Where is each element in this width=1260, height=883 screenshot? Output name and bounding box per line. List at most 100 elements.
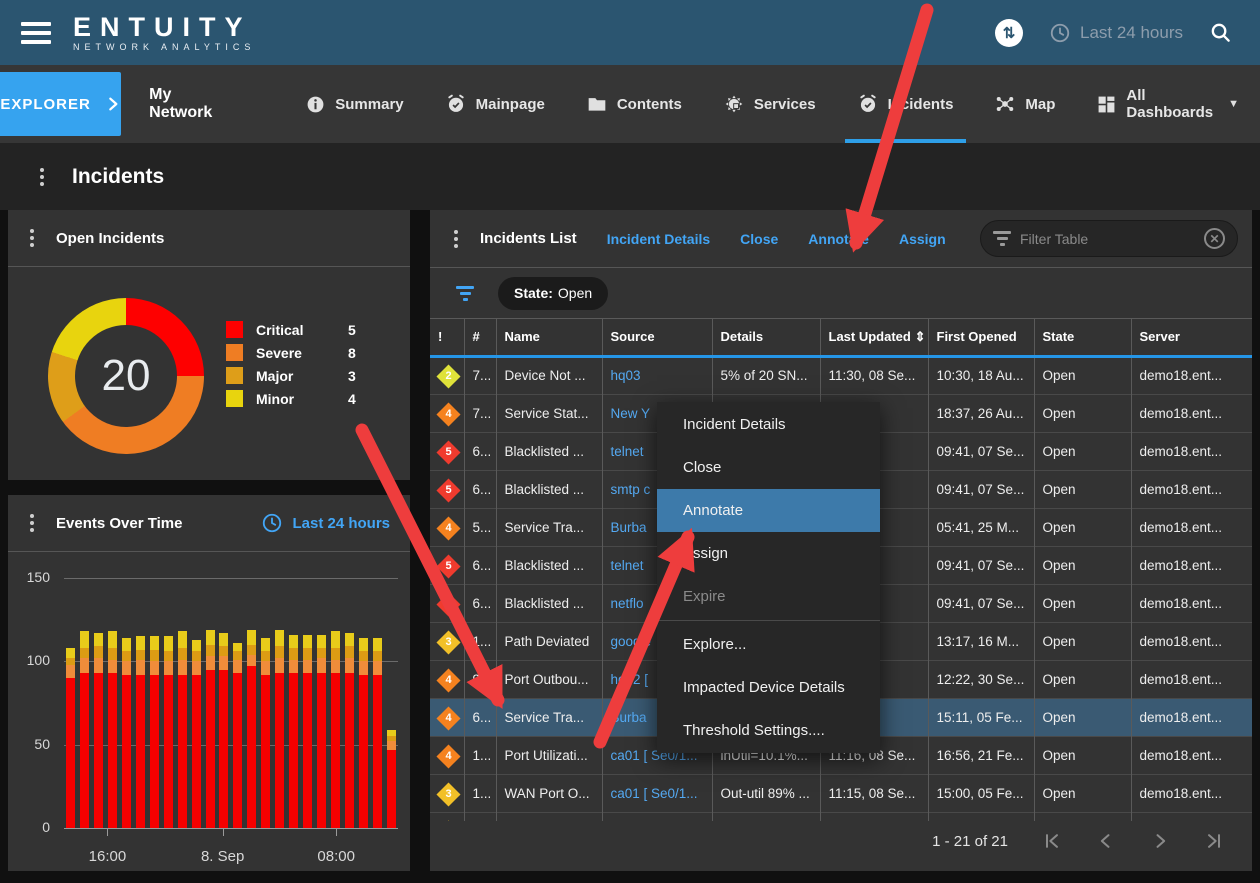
tab-mainpage[interactable]: Mainpage xyxy=(425,65,566,143)
menu-item-annotate[interactable]: Annotate xyxy=(657,489,880,532)
tab-contents[interactable]: Contents xyxy=(566,65,703,143)
stacked-bar[interactable] xyxy=(122,638,131,828)
bar-segment-severe xyxy=(219,656,228,669)
first-page-icon[interactable] xyxy=(1042,831,1062,851)
open-incidents-donut-chart[interactable]: 20 xyxy=(48,298,204,454)
filters-icon[interactable] xyxy=(456,286,474,301)
stacked-bar[interactable] xyxy=(387,730,396,828)
table-row[interactable]: 3 xyxy=(430,812,1252,821)
last-page-icon[interactable] xyxy=(1204,831,1224,851)
severity-cell: 5 xyxy=(430,432,464,470)
stacked-bar[interactable] xyxy=(108,631,117,828)
stacked-bar[interactable] xyxy=(275,630,284,828)
time-range-selector[interactable]: Last 24 hours xyxy=(1049,22,1183,44)
bar-segment-critical xyxy=(192,675,201,828)
explorer-button[interactable]: EXPLORER xyxy=(0,72,121,136)
clear-filter-icon[interactable]: ✕ xyxy=(1204,228,1225,249)
state-cell: Open xyxy=(1034,470,1131,508)
prev-page-icon[interactable] xyxy=(1096,831,1116,851)
stacked-bar[interactable] xyxy=(317,635,326,828)
stacked-bar[interactable] xyxy=(359,638,368,828)
tab-label: Mainpage xyxy=(476,96,545,113)
menu-item-impacted-device-details[interactable]: Impacted Device Details xyxy=(657,666,880,709)
stacked-bar[interactable] xyxy=(289,635,298,828)
legend-label: Critical xyxy=(256,322,348,338)
stacked-bar[interactable] xyxy=(192,640,201,828)
source-cell[interactable]: ca01 [ Se0/1... xyxy=(602,774,712,812)
stacked-bar[interactable] xyxy=(178,631,187,828)
column-header-details[interactable]: Details xyxy=(712,319,820,356)
legend-item-severe[interactable]: Severe8 xyxy=(226,341,356,364)
stacked-bar[interactable] xyxy=(233,643,242,828)
stacked-bar[interactable] xyxy=(373,638,382,828)
tab-services[interactable]: Services xyxy=(703,65,837,143)
search-icon[interactable] xyxy=(1209,21,1232,44)
next-page-icon[interactable] xyxy=(1150,831,1170,851)
stacked-bar[interactable] xyxy=(136,636,145,828)
legend-item-major[interactable]: Major3 xyxy=(226,364,356,387)
stacked-bar[interactable] xyxy=(94,633,103,828)
column-header-first-opened[interactable]: First Opened xyxy=(928,319,1034,356)
tab-label: All Dashboards xyxy=(1126,87,1214,121)
column-header-state[interactable]: State xyxy=(1034,319,1131,356)
stacked-bar[interactable] xyxy=(303,635,312,828)
source-cell[interactable] xyxy=(602,812,712,821)
stacked-bar[interactable] xyxy=(164,636,173,828)
bar-segment-minor xyxy=(150,636,159,649)
stacked-bar[interactable] xyxy=(345,633,354,828)
legend-item-critical[interactable]: Critical5 xyxy=(226,318,356,341)
severity-cell: 4 xyxy=(430,736,464,774)
events-bar-chart[interactable]: 15010050016:008. Sep08:00 xyxy=(64,578,398,828)
column-header-name[interactable]: Name xyxy=(496,319,602,356)
column-header-source[interactable]: Source xyxy=(602,319,712,356)
table-header-row[interactable]: !#NameSourceDetailsLast Updated⇕First Op… xyxy=(430,319,1252,356)
stacked-bar[interactable] xyxy=(219,633,228,828)
column-header-severity[interactable]: ! xyxy=(430,319,464,356)
stacked-bar[interactable] xyxy=(66,648,75,828)
source-cell[interactable]: hq03 xyxy=(602,356,712,394)
stacked-bar[interactable] xyxy=(261,638,270,828)
stacked-bar[interactable] xyxy=(206,630,215,828)
close-button[interactable]: Close xyxy=(740,231,778,247)
stacked-bar[interactable] xyxy=(150,636,159,828)
assign-button[interactable]: Assign xyxy=(899,231,946,247)
state-filter-chip[interactable]: State: Open xyxy=(498,277,608,310)
column-header-last-updated[interactable]: Last Updated⇕ xyxy=(820,319,928,356)
num-cell: 1... xyxy=(464,622,496,660)
first-opened-cell: 13:17, 16 M... xyxy=(928,622,1034,660)
table-row[interactable]: 27...Device Not ...hq035% of 20 SN...11:… xyxy=(430,356,1252,394)
name-cell: Device Not ... xyxy=(496,356,602,394)
menu-item-explore[interactable]: Explore... xyxy=(657,623,880,666)
tab-incidents[interactable]: Incidents xyxy=(837,65,975,143)
bars-group xyxy=(66,578,396,828)
events-time-range[interactable]: Last 24 hours xyxy=(261,512,390,534)
tab-summary[interactable]: Summary xyxy=(284,65,424,143)
column-header-server[interactable]: Server xyxy=(1131,319,1252,356)
stacked-bar[interactable] xyxy=(247,630,256,828)
column-header-number[interactable]: # xyxy=(464,319,496,356)
open-incidents-kebab-menu-icon[interactable] xyxy=(30,229,34,247)
swap-arrows-icon[interactable]: ⇅ xyxy=(995,19,1023,47)
hamburger-menu-icon[interactable] xyxy=(21,22,51,44)
stacked-bar[interactable] xyxy=(80,631,89,828)
table-row[interactable]: 31...WAN Port O...ca01 [ Se0/1...Out-uti… xyxy=(430,774,1252,812)
menu-item-expire: Expire xyxy=(657,575,880,618)
incidents-list-kebab-menu-icon[interactable] xyxy=(454,230,458,248)
filter-table-input[interactable] xyxy=(1020,231,1204,247)
stacked-bar[interactable] xyxy=(331,631,340,828)
menu-item-incident-details[interactable]: Incident Details xyxy=(657,403,880,446)
tab-all-dashboards[interactable]: All Dashboards▼ xyxy=(1076,65,1260,143)
menu-item-threshold-settings[interactable]: Threshold Settings.... xyxy=(657,709,880,752)
context-selector[interactable]: My Network xyxy=(149,86,212,122)
page-kebab-menu-icon[interactable] xyxy=(40,168,44,186)
menu-item-close[interactable]: Close xyxy=(657,446,880,489)
severity-diamond-icon: 3 xyxy=(436,630,460,654)
legend-item-minor[interactable]: Minor4 xyxy=(226,387,356,410)
bar-segment-severe xyxy=(150,661,159,674)
annotate-button[interactable]: Annotate xyxy=(808,231,869,247)
menu-item-assign[interactable]: Assign xyxy=(657,532,880,575)
events-kebab-menu-icon[interactable] xyxy=(30,514,34,532)
incident-details-button[interactable]: Incident Details xyxy=(607,231,710,247)
name-cell: Service Tra... xyxy=(496,508,602,546)
tab-map[interactable]: Map xyxy=(974,65,1076,143)
